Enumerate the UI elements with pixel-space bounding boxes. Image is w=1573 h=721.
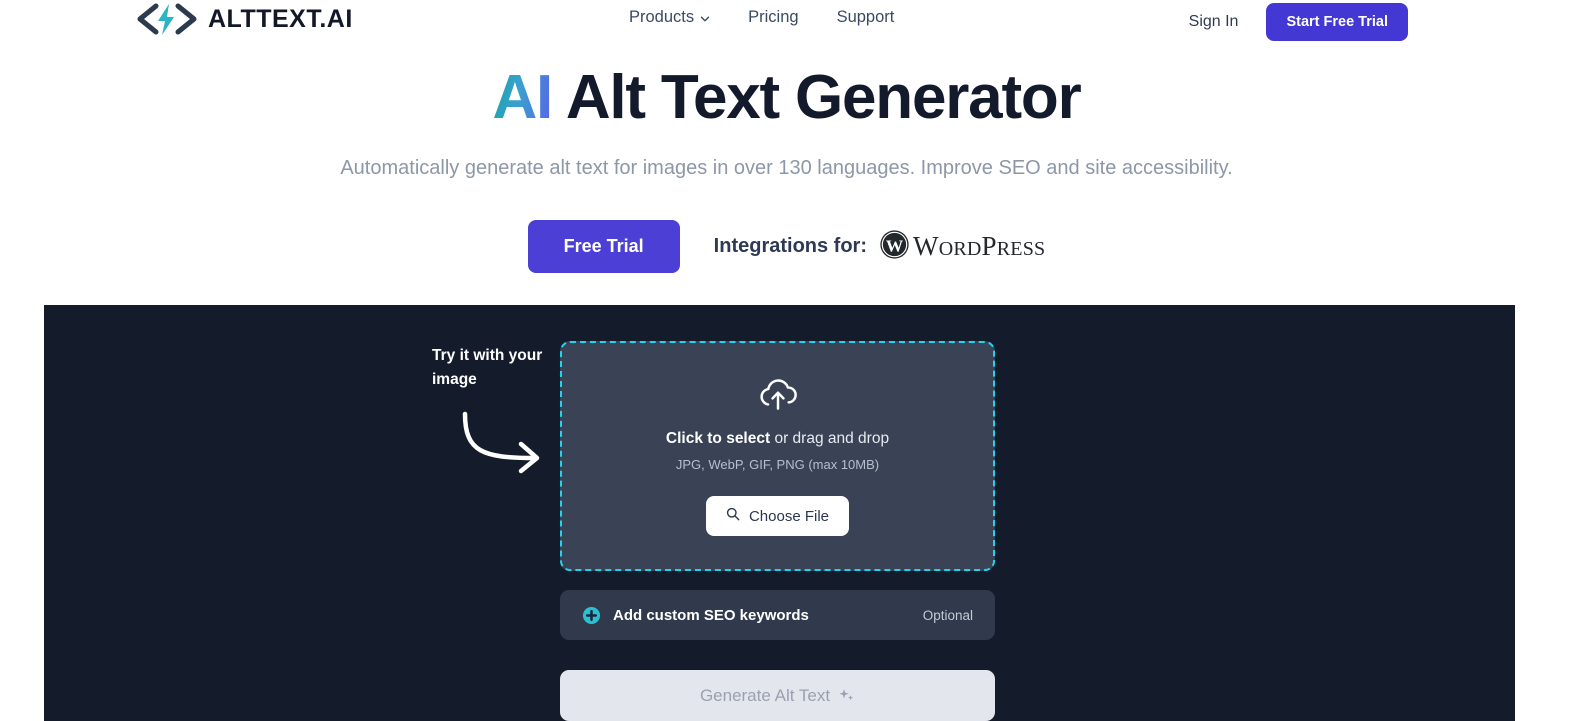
sign-in-link[interactable]: Sign In [1189, 13, 1239, 31]
generate-button-label: Generate Alt Text [699, 685, 831, 705]
wordpress-logo[interactable]: W WORDPRESS [879, 229, 1045, 265]
hero-subtitle: Automatically generate alt text for imag… [340, 157, 1233, 180]
main-nav: Products Pricing Support [629, 9, 894, 26]
free-trial-button[interactable]: Free Trial [527, 220, 680, 274]
logo[interactable]: ALTTEXT.AI [136, 2, 353, 36]
drop-zone-primary-text: Click to select or drag and drop [666, 430, 889, 448]
choose-file-button[interactable]: Choose File [705, 496, 850, 536]
file-drop-zone[interactable]: Click to select or drag and drop JPG, We… [560, 341, 995, 571]
page-title: AI Alt Text Generator [0, 62, 1573, 133]
logo-text: ALTTEXT.AI [208, 4, 353, 33]
add-seo-keywords-row[interactable]: Add custom SEO keywords Optional [560, 590, 995, 640]
page-title-highlight: AI [492, 63, 553, 132]
landing-page: ALTTEXT.AI Products Pricing Support Sign… [0, 0, 1573, 721]
plus-circle-icon [582, 606, 601, 625]
drop-zone-bold-text: Click to select [665, 430, 771, 447]
chevron-down-icon [700, 11, 710, 22]
integrations-label: Integrations for: [713, 235, 868, 258]
code-brackets-lightning-icon [136, 2, 198, 36]
seo-optional-badge: Optional [922, 607, 973, 623]
nav-label: Support [836, 8, 895, 26]
sparkles-icon [838, 687, 855, 704]
choose-file-label: Choose File [748, 507, 830, 525]
cloud-upload-icon [756, 376, 800, 412]
try-it-label: Try it with your image [432, 347, 543, 389]
drop-zone-formats: JPG, WebP, GIF, PNG (max 10MB) [675, 457, 880, 472]
hero-section: AI Alt Text Generator Automatically gene… [0, 62, 1573, 274]
integrations-group: Integrations for: W WORDPRESS [714, 229, 1046, 265]
header-actions: Sign In Start Free Trial [1189, 3, 1408, 41]
wordpress-icon: W [879, 229, 910, 265]
wordpress-wordmark: WORDPRESS [913, 231, 1046, 262]
search-icon [726, 507, 740, 525]
svg-text:W: W [886, 236, 904, 255]
curved-arrow-right-icon [455, 408, 555, 478]
nav-item-pricing[interactable]: Pricing [748, 9, 798, 26]
nav-item-products[interactable]: Products [629, 9, 710, 26]
site-header: ALTTEXT.AI Products Pricing Support Sign… [0, 0, 1573, 48]
nav-label: Products [629, 8, 695, 26]
page-title-rest: Alt Text Generator [565, 63, 1082, 132]
drop-zone-rest-text: or drag and drop [770, 430, 890, 447]
nav-label: Pricing [748, 8, 799, 26]
seo-keywords-label: Add custom SEO keywords [613, 606, 809, 624]
generate-alt-text-button[interactable]: Generate Alt Text [560, 670, 995, 721]
hero-cta-row: Free Trial Integrations for: W WORDPRESS [0, 220, 1573, 274]
nav-item-support[interactable]: Support [837, 9, 895, 26]
start-free-trial-button[interactable]: Start Free Trial [1266, 3, 1408, 41]
